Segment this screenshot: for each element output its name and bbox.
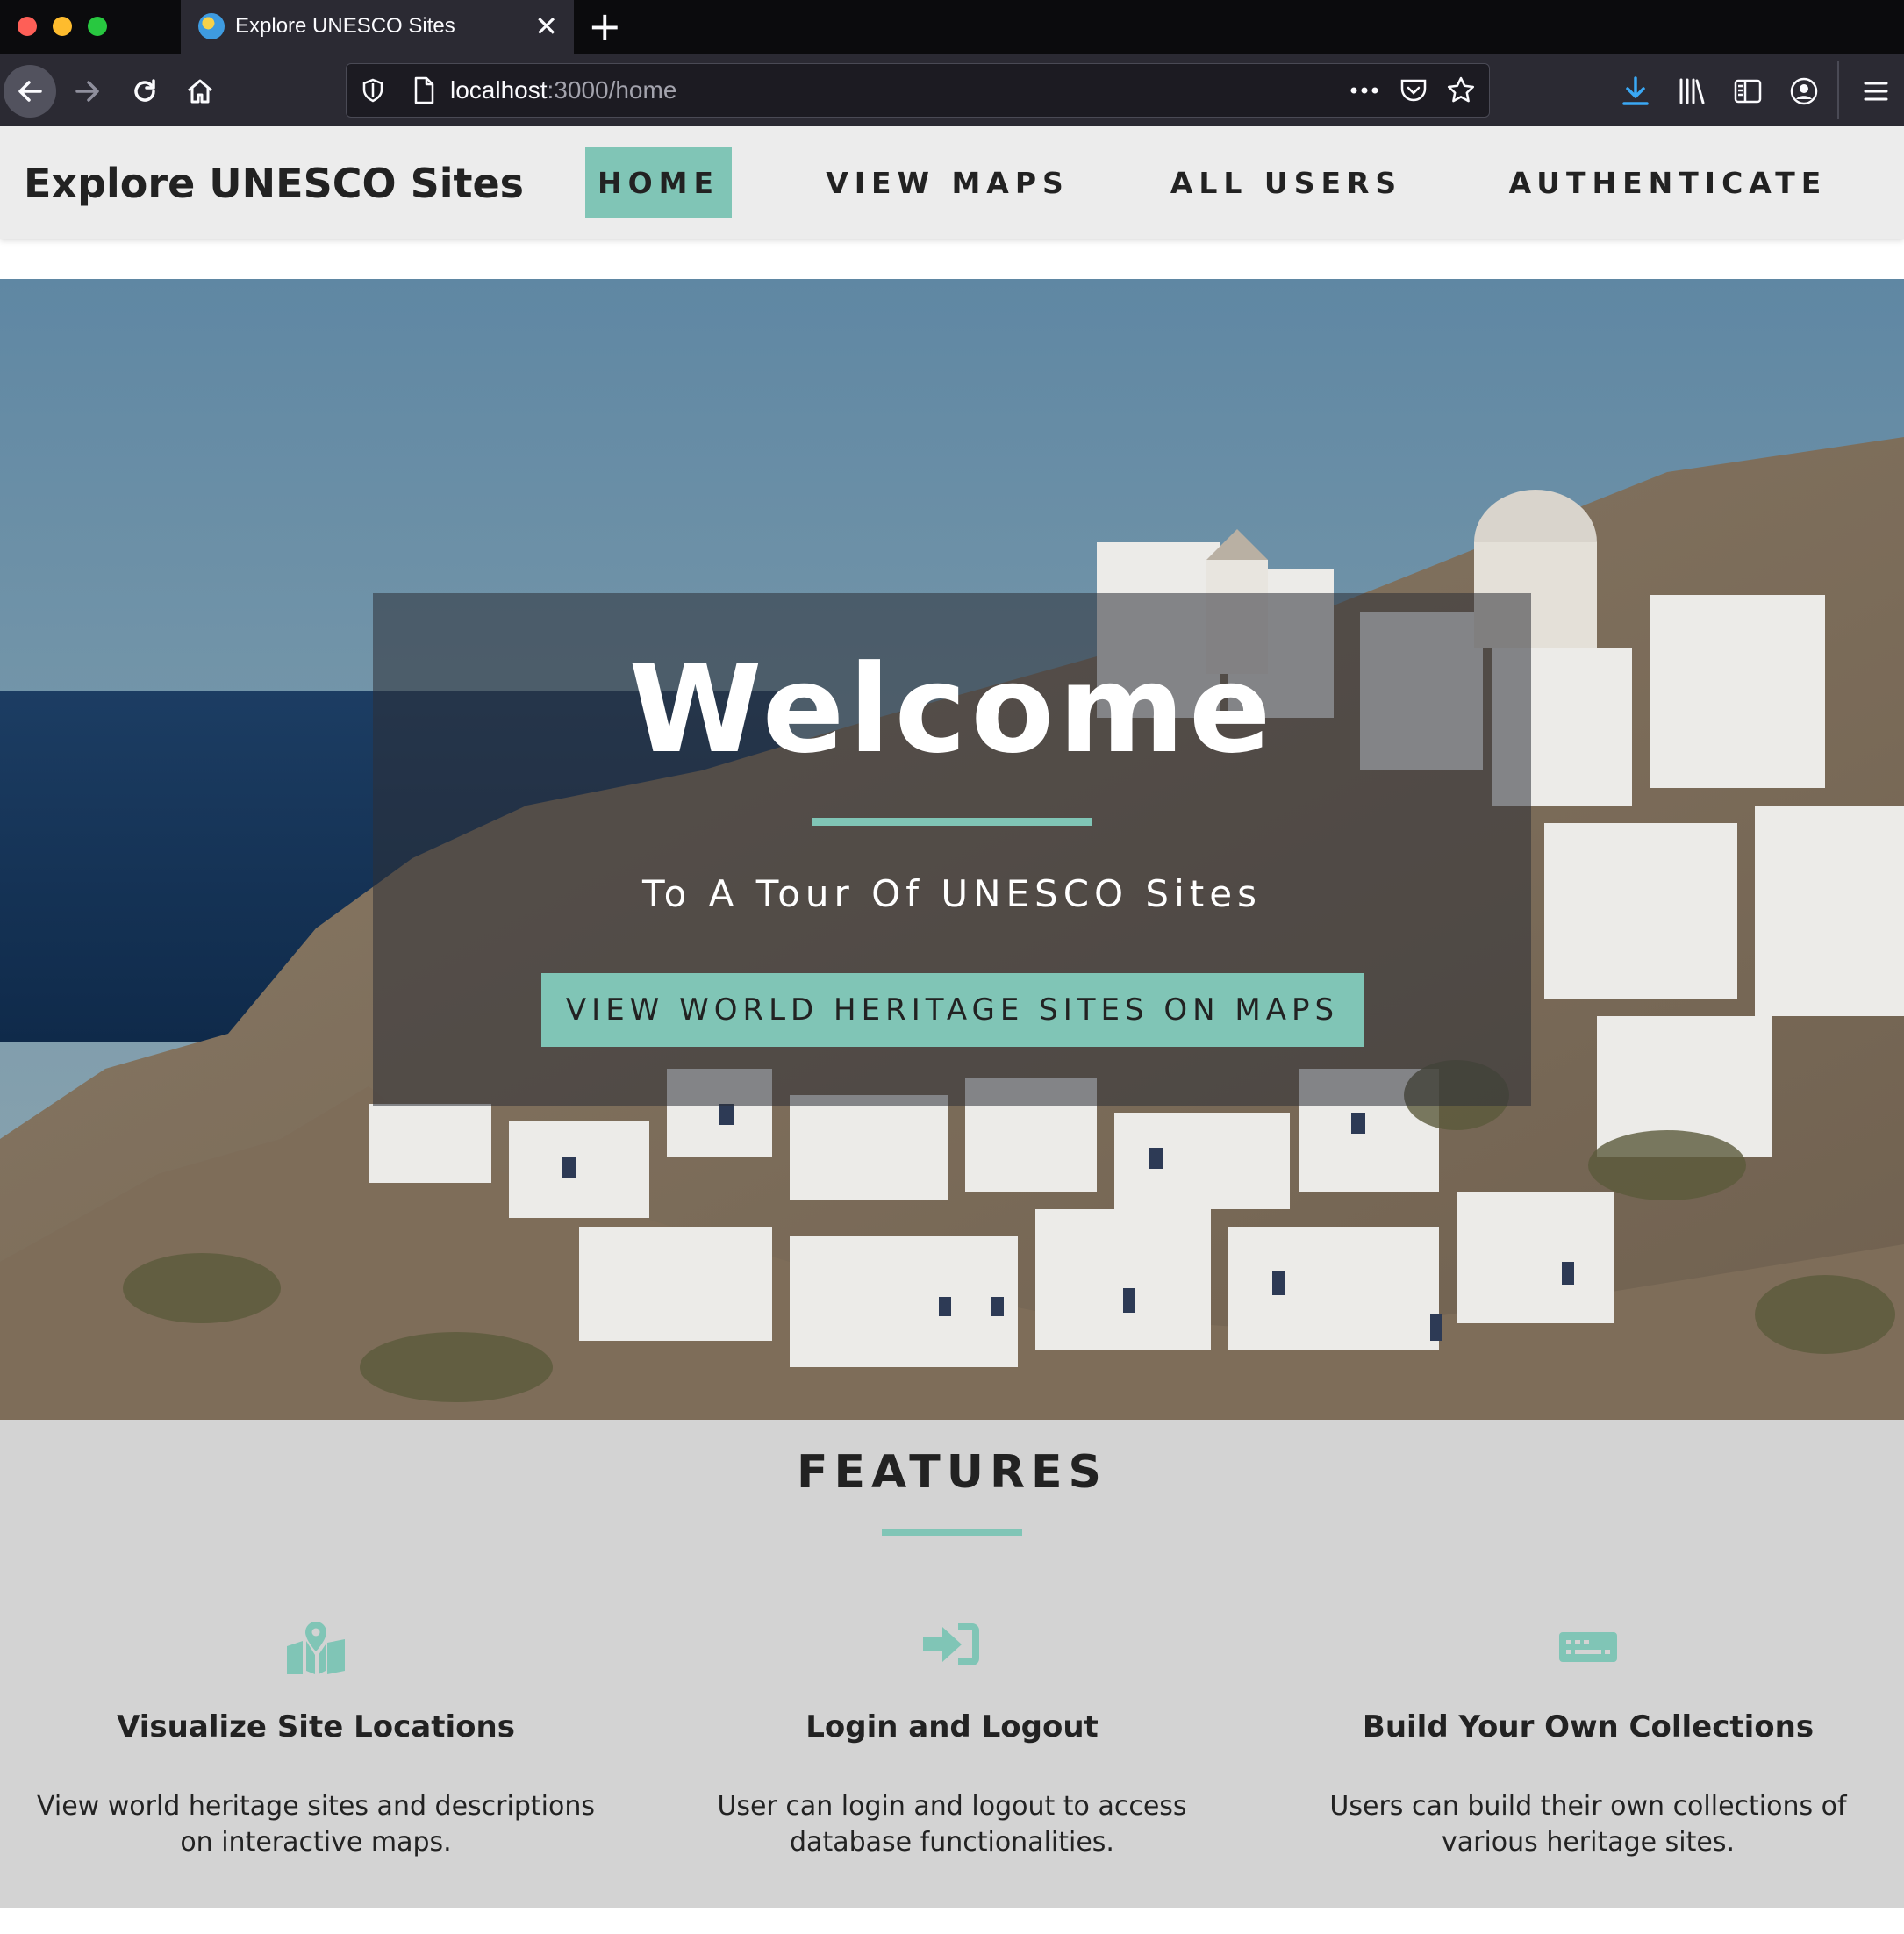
feature-description: User can login and logout to access data… bbox=[717, 1791, 1187, 1858]
url-host: localhost bbox=[450, 76, 548, 104]
pocket-icon[interactable] bbox=[1396, 75, 1431, 106]
url-path: :3000/home bbox=[547, 76, 677, 104]
url-text[interactable]: localhost:3000/home bbox=[450, 76, 676, 104]
map-marker-icon bbox=[9, 1622, 623, 1683]
toolbar-separator bbox=[1837, 61, 1839, 119]
view-maps-cta-button[interactable]: VIEW WORLD HERITAGE SITES ON MAPS bbox=[541, 973, 1364, 1047]
feature-description: Users can build their own collections of… bbox=[1329, 1791, 1847, 1858]
nav-link-home[interactable]: HOME bbox=[585, 147, 732, 218]
browser-tab[interactable]: Explore UNESCO Sites ✕ bbox=[181, 0, 574, 54]
feature-card: Visualize Site Locations View world heri… bbox=[9, 1622, 623, 1860]
close-window-button[interactable] bbox=[18, 17, 37, 36]
site-navbar: Explore UNESCO Sites HOME VIEW MAPS ALL … bbox=[0, 126, 1904, 239]
reload-icon[interactable] bbox=[127, 74, 162, 109]
features-title-underline bbox=[882, 1529, 1022, 1536]
nav-link-authenticate[interactable]: AUTHENTICATE bbox=[1497, 147, 1839, 218]
globe-icon bbox=[198, 13, 225, 39]
feature-description: View world heritage sites and descriptio… bbox=[37, 1791, 595, 1858]
url-bar[interactable]: localhost:3000/home bbox=[346, 63, 1490, 118]
hero-subtitle: To A Tour Of UNESCO Sites bbox=[642, 872, 1262, 915]
more-icon[interactable] bbox=[1347, 75, 1382, 106]
page-bottom bbox=[0, 1908, 1904, 1934]
browser-titlebar: Explore UNESCO Sites ✕ + bbox=[0, 0, 1904, 54]
feature-heading: Login and Logout bbox=[805, 1709, 1099, 1744]
sidebar-icon[interactable] bbox=[1730, 74, 1765, 109]
sign-in-icon bbox=[645, 1622, 1259, 1683]
new-tab-icon[interactable]: + bbox=[588, 4, 622, 49]
keyboard-icon bbox=[1281, 1622, 1895, 1683]
star-icon[interactable] bbox=[1443, 73, 1478, 108]
home-icon[interactable] bbox=[183, 74, 218, 109]
feature-heading: Build Your Own Collections bbox=[1362, 1709, 1815, 1744]
hero-overlay: Welcome To A Tour Of UNESCO Sites VIEW W… bbox=[373, 593, 1531, 1106]
forward-icon[interactable] bbox=[70, 74, 105, 109]
site-brand[interactable]: Explore UNESCO Sites bbox=[24, 160, 524, 207]
features-section: FEATURES Visualize Site Locations View w… bbox=[0, 1420, 1904, 1908]
hero-title: Welcome bbox=[628, 639, 1276, 780]
features-title: FEATURES bbox=[797, 1446, 1107, 1499]
back-icon[interactable] bbox=[4, 65, 56, 118]
menu-icon[interactable] bbox=[1858, 74, 1893, 109]
minimize-window-button[interactable] bbox=[53, 17, 72, 36]
maximize-window-button[interactable] bbox=[88, 17, 107, 36]
hero-section: Welcome To A Tour Of UNESCO Sites VIEW W… bbox=[0, 279, 1904, 1420]
nav-link-view-maps[interactable]: VIEW MAPS bbox=[816, 147, 1079, 218]
feature-card: Build Your Own Collections Users can bui… bbox=[1281, 1622, 1895, 1860]
nav-link-all-users[interactable]: ALL USERS bbox=[1155, 147, 1418, 218]
account-icon[interactable] bbox=[1786, 74, 1822, 109]
library-icon[interactable] bbox=[1674, 74, 1709, 109]
shield-icon[interactable] bbox=[357, 75, 389, 106]
close-tab-icon[interactable]: ✕ bbox=[534, 9, 558, 44]
hero-title-underline bbox=[812, 818, 1092, 826]
tab-title: Explore UNESCO Sites bbox=[235, 14, 455, 38]
browser-toolbar: localhost:3000/home bbox=[0, 54, 1904, 126]
feature-heading: Visualize Site Locations bbox=[117, 1709, 515, 1744]
feature-card: Login and Logout User can login and logo… bbox=[645, 1622, 1259, 1860]
download-icon[interactable] bbox=[1618, 74, 1653, 109]
page-icon bbox=[408, 75, 440, 106]
